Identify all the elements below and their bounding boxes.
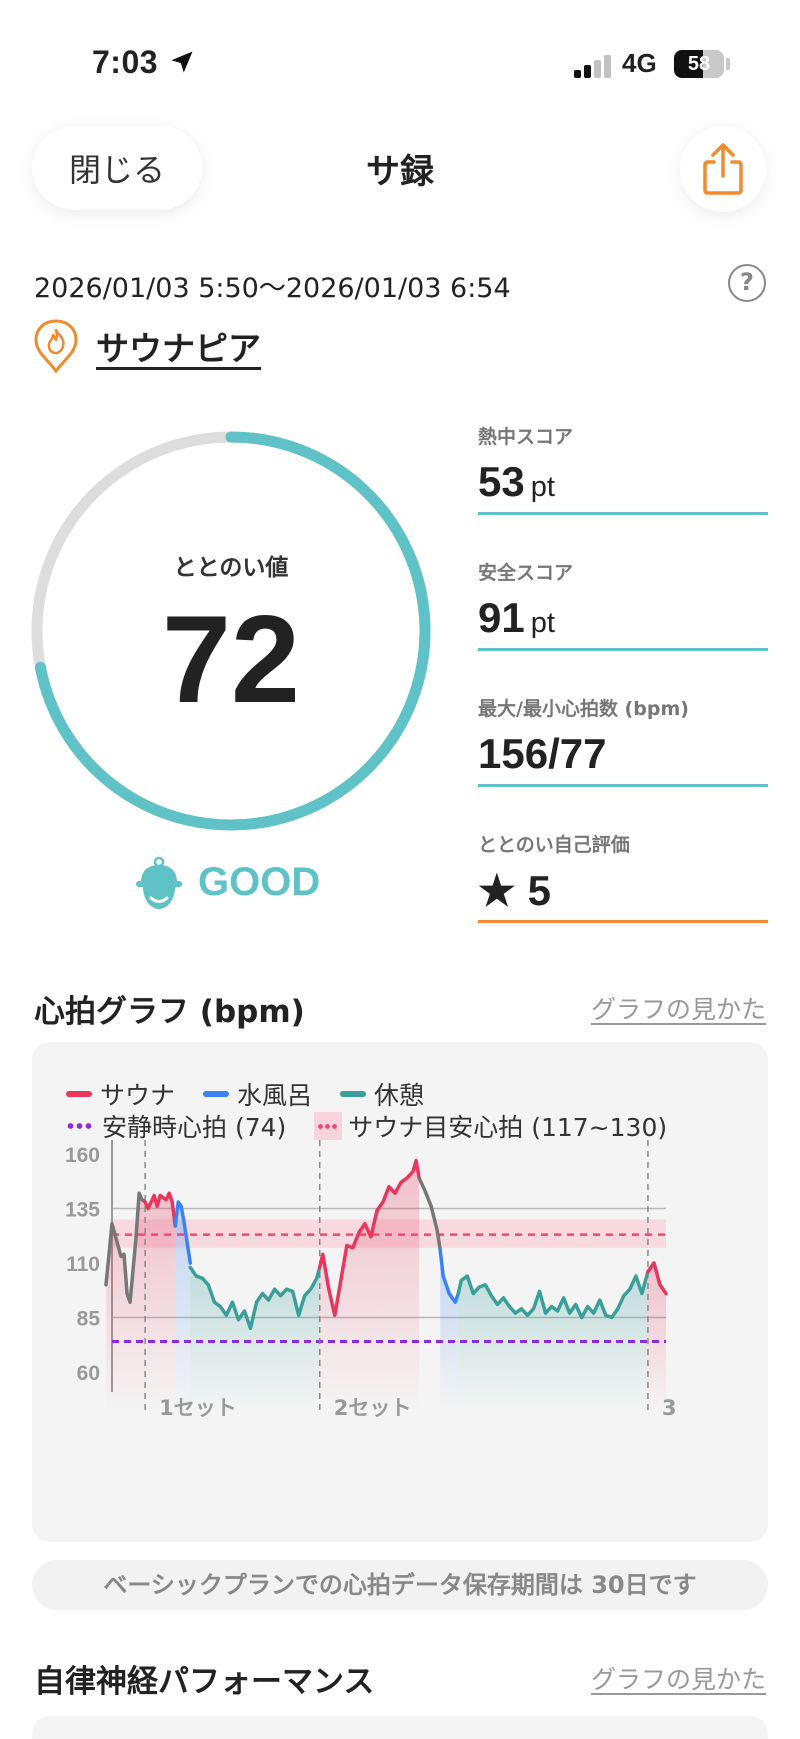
legend-water: 水風呂 [203,1076,312,1112]
cellular-signal-icon [574,54,614,78]
legend-target-hr: サウナ目安心拍 (117~130) [314,1108,667,1144]
close-button[interactable]: 閉じる [32,126,202,210]
score-divider [478,648,768,651]
heart-graph-title: 心拍グラフ (bpm) [34,994,305,1030]
share-icon [703,143,743,195]
heart-rate-range: 最大/最小心拍数 (bpm) 156/77 [478,694,768,787]
heart-rate-range-value: 156/77 [478,730,607,777]
star-icon: ★ [478,867,516,914]
autonomic-card [32,1716,768,1739]
battery-level: 58 [687,53,711,75]
y-tick-label: 160 [65,1144,100,1167]
heat-score: 熱中スコア 53 pt [478,422,768,515]
set-label: 2セット [334,1396,412,1420]
heat-score-value: 53 pt [478,458,555,505]
self-rating[interactable]: ととのい自己評価 ★ 5 [478,830,768,923]
set-label: 1セット [159,1396,237,1420]
heat-score-label: 熱中スコア [478,426,574,448]
session-date-range: 2026/01/03 5:50～2026/01/03 6:54 [34,273,511,304]
legend-resting-hr: 安静時心拍 (74) [66,1108,286,1144]
facility-name-link[interactable]: サウナピア [96,322,261,370]
score-divider [478,784,768,787]
location-arrow-icon [171,51,193,73]
share-button[interactable] [680,126,766,212]
y-tick-label: 60 [77,1362,100,1385]
legend-rest: 休憩 [340,1076,424,1112]
gauge-value: 72 [162,591,300,729]
legend-row-2: 安静時心拍 (74) サウナ目安心拍 (117~130) [66,1108,695,1144]
heart-rate-range-label: 最大/最小心拍数 (bpm) [478,698,689,720]
gauge-label: ととのい値 [173,555,289,581]
set-label: 3 [662,1396,677,1420]
series-area [145,1193,176,1412]
status-time: 7:03 [92,44,159,80]
sauna-hat-face-icon [136,856,182,909]
rating-label: GOOD [198,860,321,904]
y-tick-label: 110 [66,1253,100,1276]
autonomic-help-link[interactable]: グラフの見かた [591,1660,766,1696]
heart-graph-help-link[interactable]: グラフの見かた [591,990,766,1026]
legend-row-1: サウナ 水風呂 休憩 [66,1076,452,1112]
page-title: サ録 [366,152,434,192]
safety-score-label: 安全スコア [478,562,574,584]
score-divider [478,920,768,923]
heart-rate-chart: 60 85 110 135 160 1セット 2セット 3 [65,1140,677,1420]
self-rating-value: ★ 5 [478,867,552,914]
y-tick-label: 85 [77,1308,101,1331]
sauna-flame-pin-icon [34,319,78,374]
y-tick-label: 135 [65,1199,100,1222]
safety-score: 安全スコア 91 pt [478,558,768,651]
series-area [647,1263,666,1412]
safety-score-value: 91 pt [478,594,555,641]
network-type: 4G [622,48,657,78]
legend-sauna: サウナ [66,1076,175,1112]
series-area [319,1160,420,1412]
self-rating-label: ととのい自己評価 [478,834,630,856]
retention-notice: ベーシックプランでの心拍データ保存期間は 30日です [32,1560,768,1610]
score-divider [478,512,768,515]
status-bar: 7:03 4G 58 [0,0,800,130]
help-icon[interactable]: ? [728,264,766,302]
autonomic-title: 自律神経パフォーマンス [34,1664,375,1700]
battery-icon: 58 [674,50,724,78]
